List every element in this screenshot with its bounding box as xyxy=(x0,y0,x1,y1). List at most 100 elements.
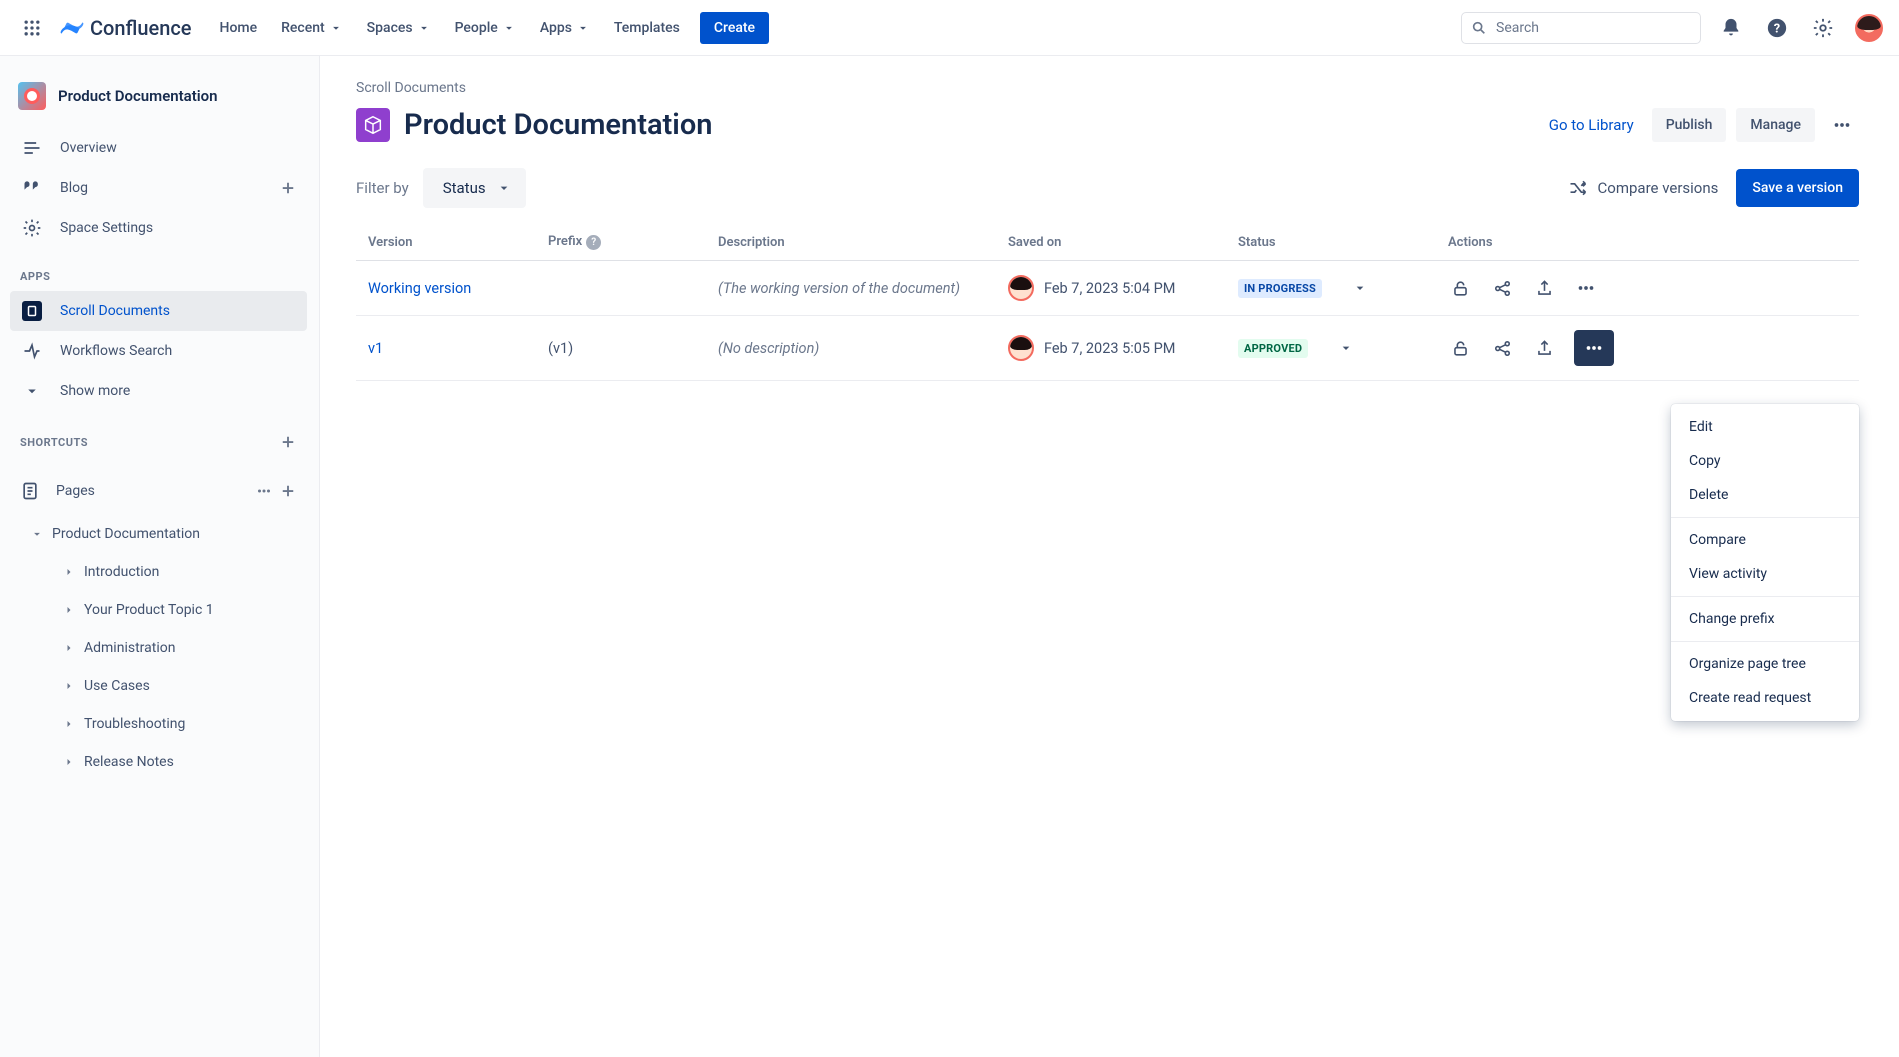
export-icon[interactable] xyxy=(1532,336,1556,360)
pages-icon xyxy=(20,481,40,501)
space-header[interactable]: Product Documentation xyxy=(10,78,307,128)
top-nav: Confluence Home Recent Spaces People App… xyxy=(0,0,1899,56)
tree-child[interactable]: Troubleshooting xyxy=(10,705,307,743)
manage-button[interactable]: Manage xyxy=(1736,108,1815,142)
dropdown-separator xyxy=(1671,517,1859,518)
saved-on-text: Feb 7, 2023 5:04 PM xyxy=(1044,280,1175,297)
shortcuts-section-label: SHORTCUTS xyxy=(10,411,307,459)
sidebar-overview[interactable]: Overview xyxy=(10,128,307,168)
dd-copy[interactable]: Copy xyxy=(1671,444,1859,478)
apps-section-label: APPS xyxy=(10,248,307,291)
add-page-icon[interactable] xyxy=(279,482,297,500)
compare-versions-button[interactable]: Compare versions xyxy=(1568,178,1719,198)
chevron-right-icon xyxy=(60,642,78,654)
sidebar-scroll-documents[interactable]: Scroll Documents xyxy=(10,291,307,331)
tree-child[interactable]: Administration xyxy=(10,629,307,667)
nav-spaces[interactable]: Spaces xyxy=(355,0,443,56)
nav-templates[interactable]: Templates xyxy=(602,0,692,56)
more-actions-icon[interactable] xyxy=(1825,108,1859,142)
dd-delete[interactable]: Delete xyxy=(1671,478,1859,512)
row-actions-dropdown: Edit Copy Delete Compare View activity C… xyxy=(1671,404,1859,721)
saved-on-text: Feb 7, 2023 5:05 PM xyxy=(1044,340,1175,357)
notifications-icon[interactable] xyxy=(1715,12,1747,44)
share-icon[interactable] xyxy=(1490,276,1514,300)
dd-view-activity[interactable]: View activity xyxy=(1671,557,1859,591)
dropdown-separator xyxy=(1671,641,1859,642)
page-title: Product Documentation xyxy=(404,108,712,142)
space-icon xyxy=(18,82,46,110)
sidebar-show-more[interactable]: Show more xyxy=(10,371,307,411)
lock-icon[interactable] xyxy=(1448,276,1472,300)
share-icon[interactable] xyxy=(1490,336,1514,360)
settings-icon[interactable] xyxy=(1807,12,1839,44)
tree-child[interactable]: Release Notes xyxy=(10,743,307,781)
row-more-icon[interactable] xyxy=(1574,330,1614,366)
sidebar-pages[interactable]: Pages xyxy=(10,471,307,511)
dd-compare[interactable]: Compare xyxy=(1671,523,1859,557)
publish-button[interactable]: Publish xyxy=(1652,108,1727,142)
dropdown-separator xyxy=(1671,596,1859,597)
export-icon[interactable] xyxy=(1532,276,1556,300)
tree-child[interactable]: Your Product Topic 1 xyxy=(10,591,307,629)
tree-child[interactable]: Introduction xyxy=(10,553,307,591)
prefix-text: (v1) xyxy=(548,340,573,357)
save-version-button[interactable]: Save a version xyxy=(1736,169,1859,207)
col-description: Description xyxy=(706,224,996,261)
lock-icon[interactable] xyxy=(1448,336,1472,360)
scroll-documents-icon xyxy=(20,301,44,321)
chevron-down-icon xyxy=(20,382,44,400)
table-row: v1 (v1) (No description) Feb 7, 2023 5:0… xyxy=(356,316,1859,381)
user-avatar xyxy=(1008,335,1034,361)
document-icon xyxy=(356,108,390,142)
sidebar-workflows-search[interactable]: Workflows Search xyxy=(10,331,307,371)
nav-people[interactable]: People xyxy=(443,0,528,56)
add-blog-icon[interactable] xyxy=(279,179,297,197)
dd-edit[interactable]: Edit xyxy=(1671,410,1859,444)
dd-organize-page-tree[interactable]: Organize page tree xyxy=(1671,647,1859,681)
status-badge: IN PROGRESS xyxy=(1238,279,1322,298)
workflows-icon xyxy=(20,341,44,361)
help-icon[interactable]: ? xyxy=(1761,12,1793,44)
chevron-down-icon xyxy=(417,21,431,35)
status-filter[interactable]: Status xyxy=(423,168,526,208)
row-more-icon[interactable] xyxy=(1574,276,1598,300)
product-name: Confluence xyxy=(90,16,192,40)
col-version: Version xyxy=(356,224,536,261)
search-box xyxy=(1461,12,1701,44)
chevron-down-icon xyxy=(329,21,343,35)
user-avatar[interactable] xyxy=(1855,14,1883,42)
filter-by-label: Filter by xyxy=(356,179,409,197)
add-shortcut-icon[interactable] xyxy=(279,433,297,451)
table-row: Working version (The working version of … xyxy=(356,261,1859,316)
main-content: Scroll Documents Product Documentation G… xyxy=(320,56,1899,1057)
status-chevron-icon[interactable] xyxy=(1338,340,1354,356)
version-link[interactable]: v1 xyxy=(368,340,383,357)
search-input[interactable] xyxy=(1461,12,1701,44)
app-switcher-icon[interactable] xyxy=(16,12,48,44)
go-to-library-link[interactable]: Go to Library xyxy=(1541,116,1642,134)
breadcrumb[interactable]: Scroll Documents xyxy=(356,80,1859,96)
chevron-down-icon xyxy=(28,527,46,541)
space-title: Product Documentation xyxy=(58,87,218,105)
sidebar-blog[interactable]: Blog xyxy=(10,168,307,208)
tree-root[interactable]: Product Documentation xyxy=(10,515,307,553)
nav-recent[interactable]: Recent xyxy=(269,0,355,56)
help-icon[interactable]: ? xyxy=(586,235,601,250)
nav-home[interactable]: Home xyxy=(208,0,270,56)
tree-child[interactable]: Use Cases xyxy=(10,667,307,705)
nav-apps[interactable]: Apps xyxy=(528,0,602,56)
confluence-logo[interactable]: Confluence xyxy=(60,16,192,40)
pages-more-icon[interactable] xyxy=(255,482,273,500)
dd-create-read-request[interactable]: Create read request xyxy=(1671,681,1859,715)
chevron-down-icon xyxy=(496,180,512,196)
create-button[interactable]: Create xyxy=(700,12,769,44)
status-chevron-icon[interactable] xyxy=(1352,280,1368,296)
chevron-right-icon xyxy=(60,566,78,578)
sidebar-space-settings[interactable]: Space Settings xyxy=(10,208,307,248)
version-link[interactable]: Working version xyxy=(368,280,471,297)
dd-change-prefix[interactable]: Change prefix xyxy=(1671,602,1859,636)
chevron-right-icon xyxy=(60,756,78,768)
versions-table: Version Prefix? Description Saved on Sta… xyxy=(356,224,1859,381)
chevron-down-icon xyxy=(502,21,516,35)
status-badge: APPROVED xyxy=(1238,339,1308,358)
